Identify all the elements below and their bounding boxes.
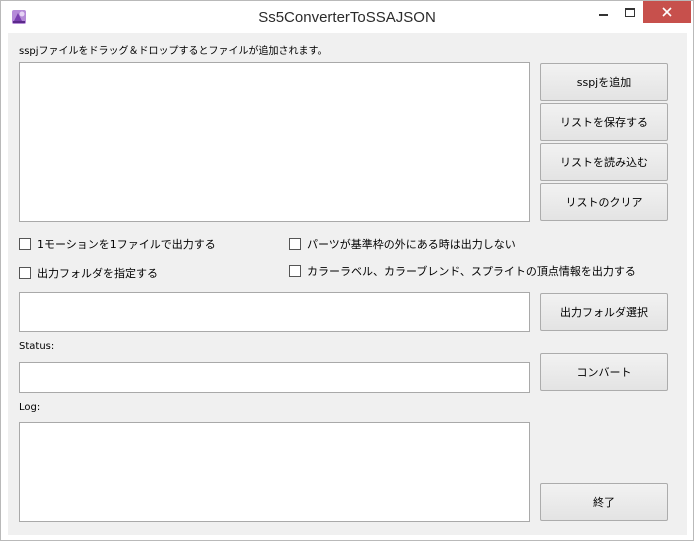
close-button[interactable] (643, 1, 691, 23)
minimize-button[interactable] (589, 1, 617, 23)
checkbox-box[interactable] (289, 265, 301, 277)
close-icon (662, 7, 672, 17)
output-folder-field[interactable] (19, 292, 530, 332)
maximize-icon (625, 7, 635, 17)
save-list-button[interactable]: リストを保存する (540, 103, 668, 141)
checkbox-label: 出力フォルダを指定する (37, 267, 158, 280)
checkbox-box[interactable] (19, 238, 31, 250)
log-textarea[interactable] (19, 422, 530, 522)
select-output-folder-button[interactable]: 出力フォルダ選択 (540, 293, 668, 331)
clear-list-button[interactable]: リストのクリア (540, 183, 668, 221)
add-sspj-button[interactable]: sspjを追加 (540, 63, 668, 101)
load-list-button[interactable]: リストを読み込む (540, 143, 668, 181)
one-motion-one-file-checkbox[interactable]: 1モーションを1ファイルで出力する (19, 236, 216, 252)
convert-button[interactable]: コンバート (540, 353, 668, 391)
status-field[interactable] (19, 362, 530, 393)
checkbox-box[interactable] (289, 238, 301, 250)
checkbox-label: カラーラベル、カラーブレンド、スプライトの頂点情報を出力する (307, 265, 636, 278)
output-color-label-checkbox[interactable]: カラーラベル、カラーブレンド、スプライトの頂点情報を出力する (289, 263, 636, 279)
minimize-icon (598, 14, 608, 16)
no-output-outside-frame-checkbox[interactable]: パーツが基準枠の外にある時は出力しない (289, 236, 516, 252)
specify-output-folder-checkbox[interactable]: 出力フォルダを指定する (19, 265, 158, 281)
checkbox-label: 1モーションを1ファイルで出力する (37, 238, 216, 251)
status-label: Status: (19, 341, 55, 352)
drop-hint-label: sspjファイルをドラッグ＆ドロップするとファイルが追加されます。 (19, 46, 328, 57)
maximize-button[interactable] (617, 1, 643, 23)
form-client-area: sspjファイルをドラッグ＆ドロップするとファイルが追加されます。 sspjを追… (8, 33, 687, 535)
app-window: Ss5ConverterToSSAJSON sspjファイルをドラッグ＆ドロップ… (0, 0, 694, 541)
log-label: Log: (19, 402, 41, 413)
sspj-file-list[interactable] (19, 62, 530, 222)
checkbox-box[interactable] (19, 267, 31, 279)
title-bar[interactable]: Ss5ConverterToSSAJSON (1, 1, 693, 33)
checkbox-label: パーツが基準枠の外にある時は出力しない (307, 238, 516, 251)
exit-button[interactable]: 終了 (540, 483, 668, 521)
